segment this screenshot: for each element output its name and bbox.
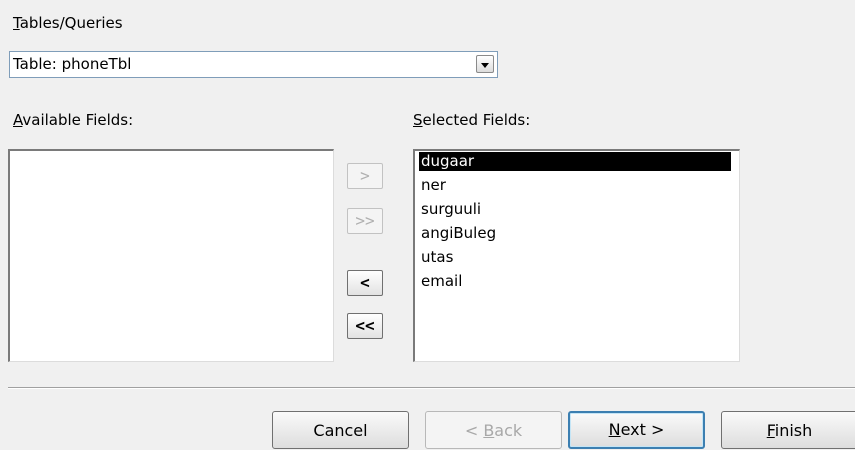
remove-field-button[interactable]: < [347, 270, 383, 296]
list-item[interactable]: utas [419, 248, 453, 267]
chevron-down-icon [481, 63, 489, 68]
list-item[interactable]: ner [419, 176, 446, 195]
cancel-button[interactable]: Cancel [272, 411, 409, 449]
finish-button[interactable]: Finish [721, 411, 855, 449]
list-item[interactable]: dugaar [419, 152, 731, 171]
available-fields-listbox[interactable] [8, 149, 334, 362]
available-fields-label-rest: vailable Fields: [22, 111, 134, 129]
back-button[interactable]: < Back [425, 411, 562, 449]
tables-queries-hotkey: T [13, 14, 20, 32]
add-all-fields-button[interactable]: >> [347, 208, 383, 234]
remove-all-fields-button[interactable]: << [347, 313, 383, 339]
available-fields-label: Available Fields: [13, 111, 133, 129]
tables-queries-selected-value: Table: phoneTbl [13, 55, 132, 73]
list-item[interactable]: angiBuleg [419, 224, 496, 243]
footer-separator [8, 387, 855, 389]
add-field-button[interactable]: > [347, 163, 383, 189]
tables-queries-label: Tables/Queries [13, 14, 123, 32]
selected-fields-listbox[interactable]: dugaar ner surguuli angiBuleg utas email [413, 149, 740, 362]
next-button[interactable]: Next > [568, 411, 705, 449]
selected-fields-hotkey: S [413, 111, 423, 129]
tables-queries-label-rest: ables/Queries [19, 14, 123, 32]
tables-queries-dropdown[interactable]: Table: phoneTbl [9, 51, 498, 78]
dropdown-toggle-button[interactable] [476, 55, 494, 73]
list-item[interactable]: surguuli [419, 200, 481, 219]
selected-fields-label: Selected Fields: [413, 111, 530, 129]
list-item[interactable]: email [419, 272, 462, 291]
available-fields-hotkey: A [13, 111, 23, 129]
selected-fields-label-rest: elected Fields: [422, 111, 531, 129]
